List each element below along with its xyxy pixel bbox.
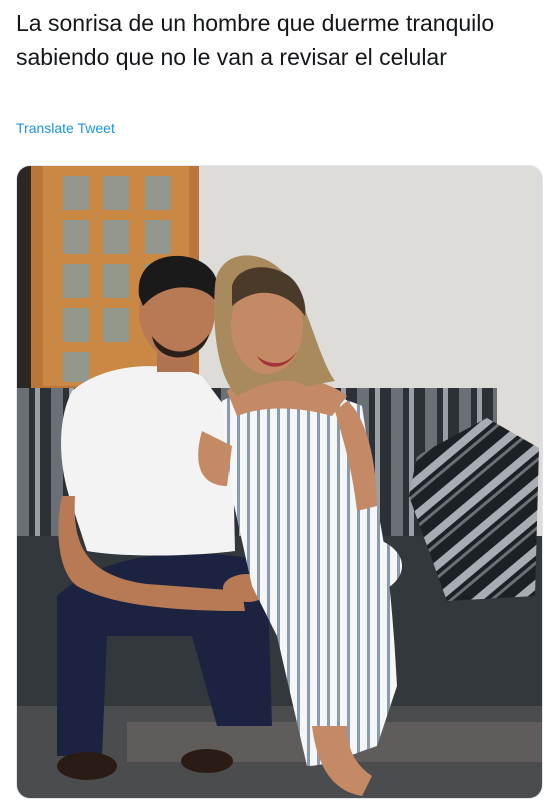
tweet-photo[interactable] <box>16 165 543 799</box>
translate-tweet-link[interactable]: Translate Tweet <box>16 120 115 136</box>
photo-image <box>17 166 542 798</box>
tweet-text: La sonrisa de un hombre que duerme tranq… <box>16 10 495 70</box>
